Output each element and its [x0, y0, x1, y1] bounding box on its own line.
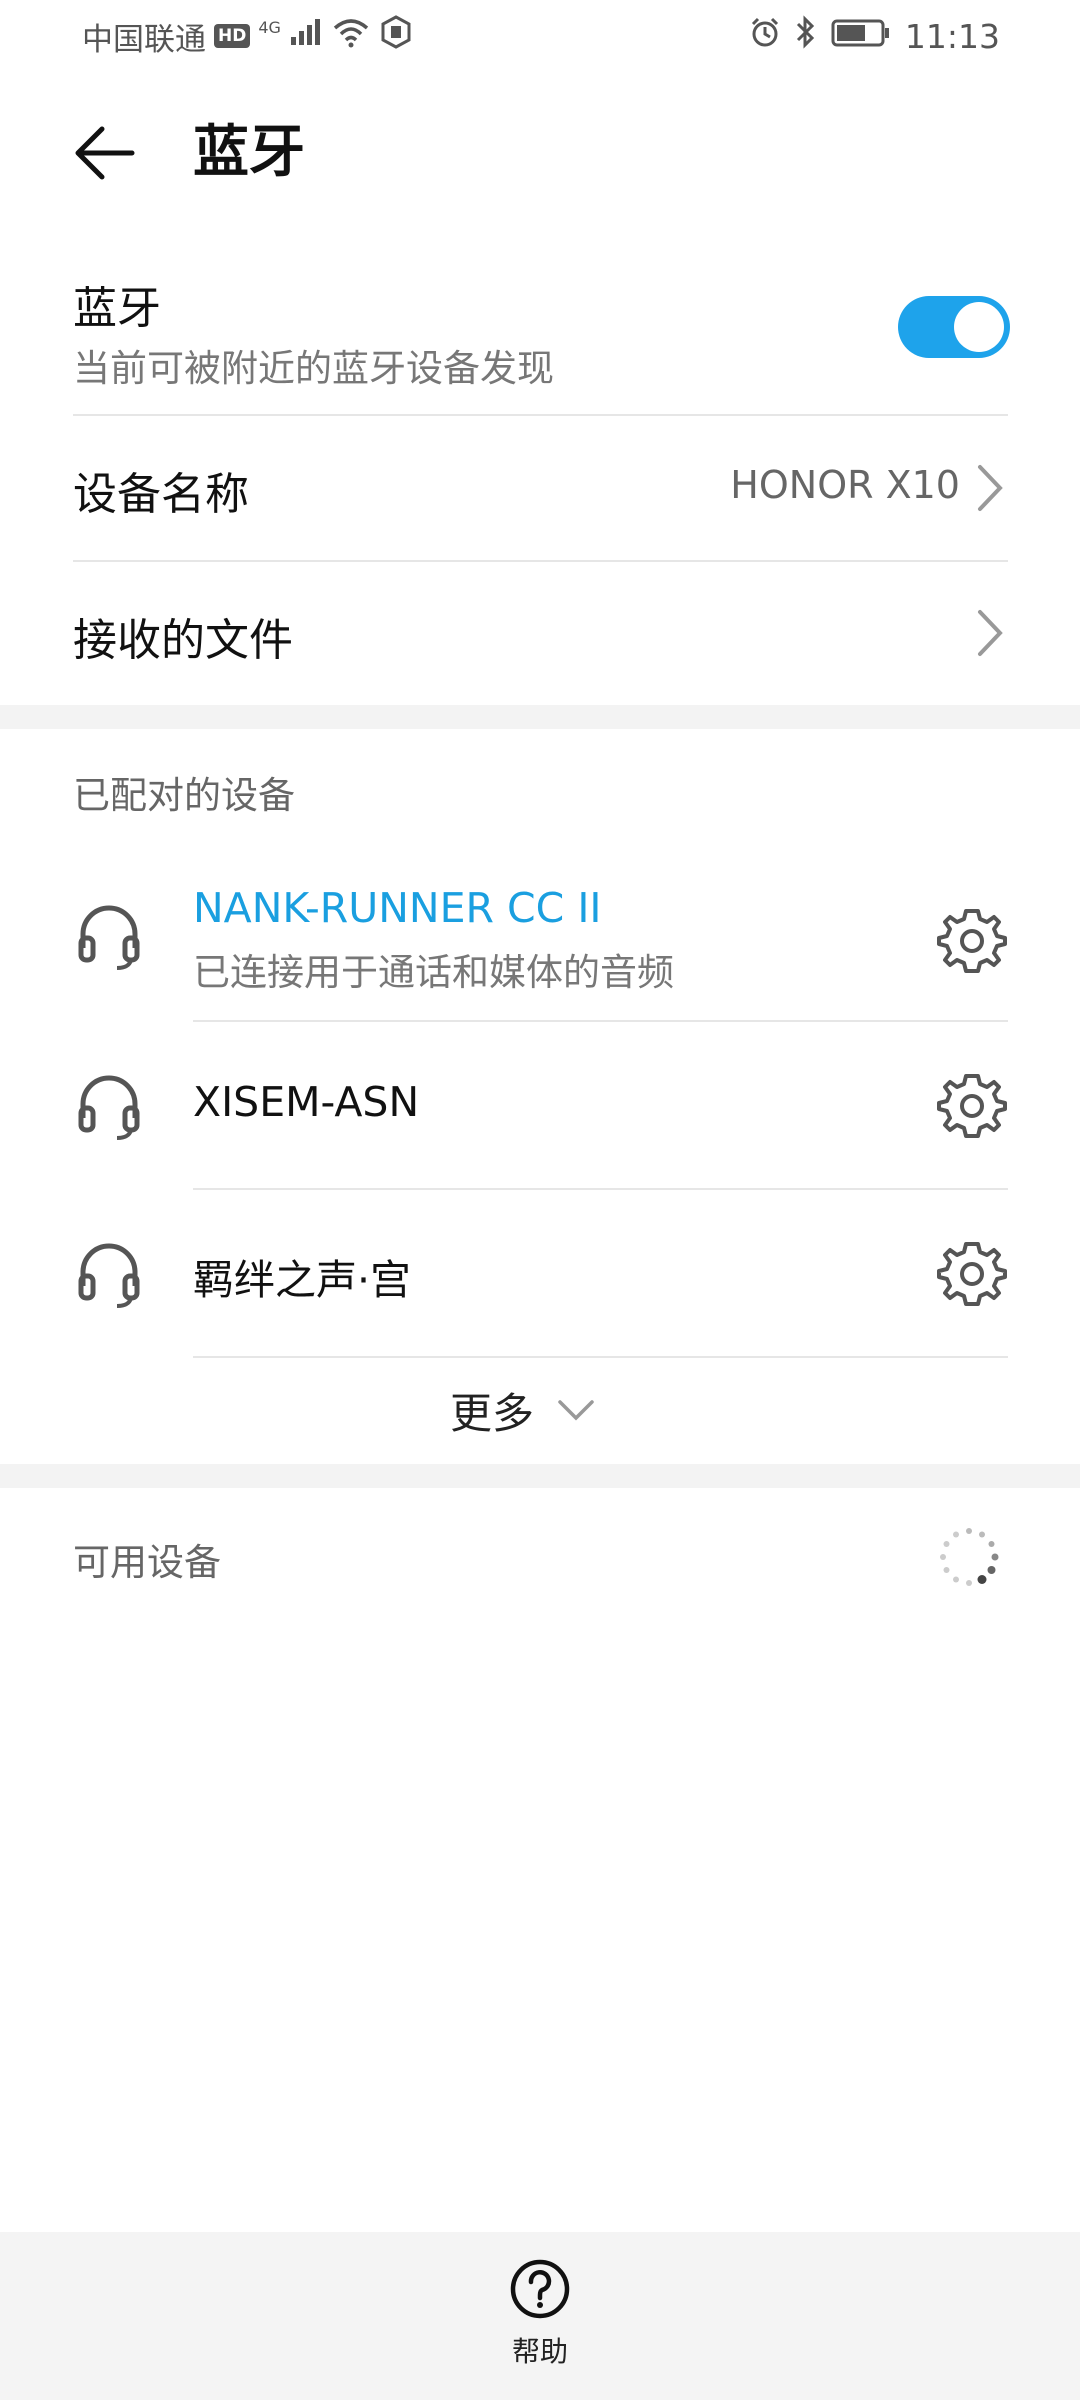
carrier-label: 中国联通 [82, 21, 206, 58]
available-devices-header: 可用设备 [73, 1541, 221, 1584]
help-icon [510, 2259, 570, 2319]
chevron-right-icon [978, 610, 1003, 656]
headset-icon [78, 1243, 140, 1308]
paired-device-item[interactable]: XISEM-ASN [0, 1022, 1080, 1188]
device-name: XISEM-ASN [193, 1078, 420, 1126]
alarm-icon [749, 16, 781, 56]
toggle-knob [954, 302, 1004, 352]
section-separator [0, 1464, 1080, 1488]
section-separator [0, 705, 1080, 729]
clock: 11:13 [904, 16, 1000, 56]
headset-icon [78, 905, 140, 970]
chevron-right-icon [978, 465, 1003, 511]
gear-icon[interactable] [937, 905, 1007, 975]
network-type: 4G [258, 18, 281, 37]
device-status: 已连接用于通话和媒体的音频 [193, 951, 674, 994]
arrow-left-icon [75, 126, 135, 180]
paired-device-item[interactable]: NANK-RUNNER CC II 已连接用于通话和媒体的音频 [0, 860, 1080, 1020]
device-name-row[interactable]: 设备名称 HONOR X10 [0, 416, 1080, 560]
divider [193, 1356, 1008, 1358]
paired-device-item[interactable]: 羁绊之声·宫 [0, 1190, 1080, 1356]
status-left: 中国联通 HD 4G [82, 14, 413, 58]
device-name-value: HONOR X10 [730, 463, 960, 507]
bluetooth-toggle-row[interactable]: 蓝牙 当前可被附近的蓝牙设备发现 [0, 250, 1080, 415]
device-name: NANK-RUNNER CC II [193, 884, 602, 932]
device-name: 羁绊之声·宫 [193, 1256, 412, 1304]
help-button[interactable]: 帮助 [480, 2258, 600, 2378]
device-name-label: 设备名称 [73, 469, 249, 520]
wifi-icon [331, 16, 371, 56]
more-button[interactable]: 更多 [450, 1380, 596, 1440]
chevron-down-icon [558, 1400, 594, 1421]
page-title: 蓝牙 [193, 120, 305, 185]
help-label: 帮助 [511, 2335, 568, 2368]
back-button[interactable] [70, 118, 140, 188]
bluetooth-subtitle: 当前可被附近的蓝牙设备发现 [73, 347, 554, 390]
received-files-row[interactable]: 接收的文件 [0, 562, 1080, 704]
gear-icon[interactable] [937, 1238, 1007, 1308]
battery-icon [831, 17, 891, 56]
bluetooth-toggle[interactable] [898, 296, 1010, 358]
signal-icon [289, 17, 323, 55]
bluetooth-icon [795, 15, 817, 57]
more-label: 更多 [450, 1388, 535, 1438]
received-files-label: 接收的文件 [73, 615, 293, 666]
hotspot-icon [379, 15, 413, 57]
status-bar: 中国联通 HD 4G 11:13 [0, 0, 1080, 72]
loading-spinner-icon [940, 1528, 999, 1586]
status-right: 11:13 [749, 14, 1000, 58]
paired-devices-header: 已配对的设备 [73, 774, 295, 817]
headset-icon [78, 1075, 140, 1140]
hd-badge: HD [214, 24, 251, 48]
bluetooth-label: 蓝牙 [73, 283, 161, 334]
gear-icon[interactable] [937, 1070, 1007, 1140]
